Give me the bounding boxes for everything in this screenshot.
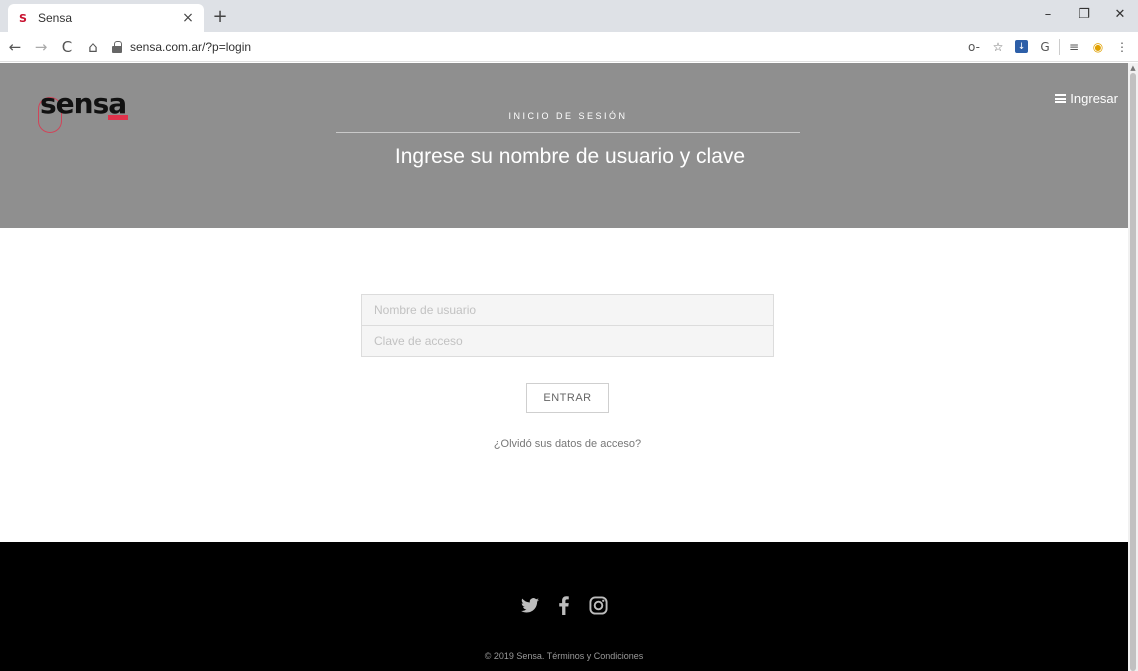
copyright-label: © 2019 Sensa. (484, 651, 545, 661)
menu-label: Ingresar (1070, 91, 1118, 106)
hero-header: sensa Ingresar INICIO DE SESIÓN Ingrese … (0, 63, 1128, 228)
twitter-icon[interactable] (519, 594, 541, 616)
browser-tab[interactable]: S Sensa × (8, 4, 204, 32)
scrollbar-thumb[interactable] (1130, 73, 1136, 671)
logo-accent-bar (108, 115, 128, 120)
toolbar-divider (1059, 38, 1060, 55)
page-scrollbar[interactable]: ▲ (1128, 63, 1138, 671)
browser-tab-strip: S Sensa × + – ❐ ✕ (0, 0, 1138, 32)
terms-link[interactable]: Términos y Condiciones (547, 651, 644, 661)
forward-button[interactable]: → (30, 36, 52, 58)
minimize-button[interactable]: – (1030, 0, 1066, 28)
sensa-logo[interactable]: sensa (38, 87, 140, 133)
browser-menu-icon[interactable]: ⋮ (1112, 37, 1132, 57)
facebook-icon[interactable] (553, 594, 575, 616)
close-window-button[interactable]: ✕ (1102, 0, 1138, 28)
scroll-up-icon[interactable]: ▲ (1128, 63, 1138, 73)
home-button[interactable]: ⌂ (82, 36, 104, 58)
login-form (361, 294, 774, 357)
extension-icon[interactable]: ◉ (1088, 37, 1108, 57)
toolbar-icons: o- ☆ ↓ G ≡ ◉ ⋮ (964, 37, 1132, 57)
footer: © 2019 Sensa. Términos y Condiciones (0, 542, 1128, 671)
page-title: Ingrese su nombre de usuario y clave (394, 145, 746, 168)
tab-close-icon[interactable]: × (180, 10, 196, 26)
window-controls: – ❐ ✕ (1030, 0, 1138, 28)
page-viewport: sensa Ingresar INICIO DE SESIÓN Ingrese … (0, 63, 1138, 671)
username-input[interactable] (361, 294, 774, 326)
reload-button[interactable]: C (56, 36, 78, 58)
section-label: INICIO DE SESIÓN (508, 111, 628, 121)
g-extension-icon[interactable]: G (1035, 37, 1055, 57)
url-text: sensa.com.ar/?p=login (130, 39, 252, 54)
lock-icon (112, 40, 122, 53)
hamburger-icon (1055, 94, 1067, 103)
restore-button[interactable]: ❐ (1066, 0, 1102, 28)
tab-title: Sensa (38, 11, 73, 25)
social-links (0, 594, 1128, 616)
entrar-button[interactable]: ENTRAR (526, 383, 609, 413)
password-input[interactable] (361, 325, 774, 357)
reading-list-icon[interactable]: ≡ (1064, 37, 1084, 57)
forgot-credentials-link[interactable]: ¿Olvidó sus datos de acceso? (361, 438, 774, 450)
bookmark-star-icon[interactable]: ☆ (988, 37, 1008, 57)
browser-toolbar: ← → C ⌂ sensa.com.ar/?p=login o- ☆ ↓ G ≡… (0, 32, 1138, 62)
pocket-extension-icon[interactable]: ↓ (1015, 40, 1028, 53)
copyright-text: © 2019 Sensa. Términos y Condiciones (0, 651, 1128, 661)
back-button[interactable]: ← (4, 36, 26, 58)
new-tab-button[interactable]: + (210, 6, 230, 27)
address-bar[interactable]: sensa.com.ar/?p=login (112, 35, 964, 59)
hero-divider (336, 132, 800, 133)
instagram-icon[interactable] (587, 594, 609, 616)
key-icon[interactable]: o- (964, 37, 984, 57)
ingresar-menu-link[interactable]: Ingresar (1055, 91, 1118, 106)
site-favicon-icon: S (16, 11, 30, 25)
